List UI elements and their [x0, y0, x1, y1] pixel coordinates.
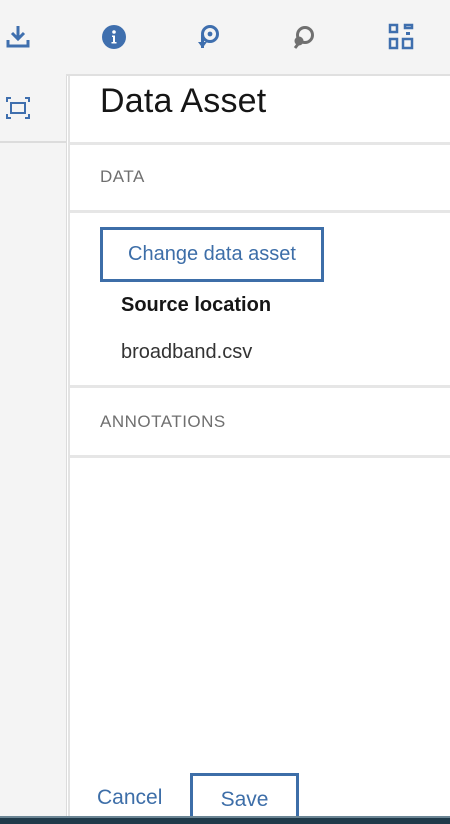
info-icon[interactable] — [100, 23, 128, 51]
rotate-right-icon[interactable] — [290, 23, 318, 51]
rotate-left-icon[interactable] — [194, 23, 222, 51]
section-divider — [70, 385, 450, 388]
taskbar-strip — [0, 816, 450, 824]
data-asset-panel: Data Asset DATA Change data asset Source… — [68, 76, 450, 816]
section-divider — [70, 210, 450, 213]
change-data-asset-button[interactable]: Change data asset — [100, 227, 324, 282]
qr-grid-icon[interactable] — [387, 23, 415, 51]
data-section-label: DATA — [100, 167, 145, 186]
taskbar-edge — [0, 816, 450, 818]
source-location-label: Source location — [121, 294, 272, 316]
download-icon[interactable] — [4, 22, 32, 50]
section-divider — [70, 455, 450, 458]
fit-to-screen-icon[interactable] — [4, 94, 32, 122]
source-location-value: broadband.csv — [121, 341, 253, 363]
left-rail — [0, 0, 67, 824]
annotations-section-label: ANNOTATIONS — [100, 412, 226, 431]
section-divider — [70, 142, 450, 145]
panel-title: Data Asset — [100, 82, 267, 120]
cancel-button[interactable]: Cancel — [97, 786, 162, 810]
rail-divider — [0, 141, 66, 143]
toolbar — [66, 0, 450, 76]
